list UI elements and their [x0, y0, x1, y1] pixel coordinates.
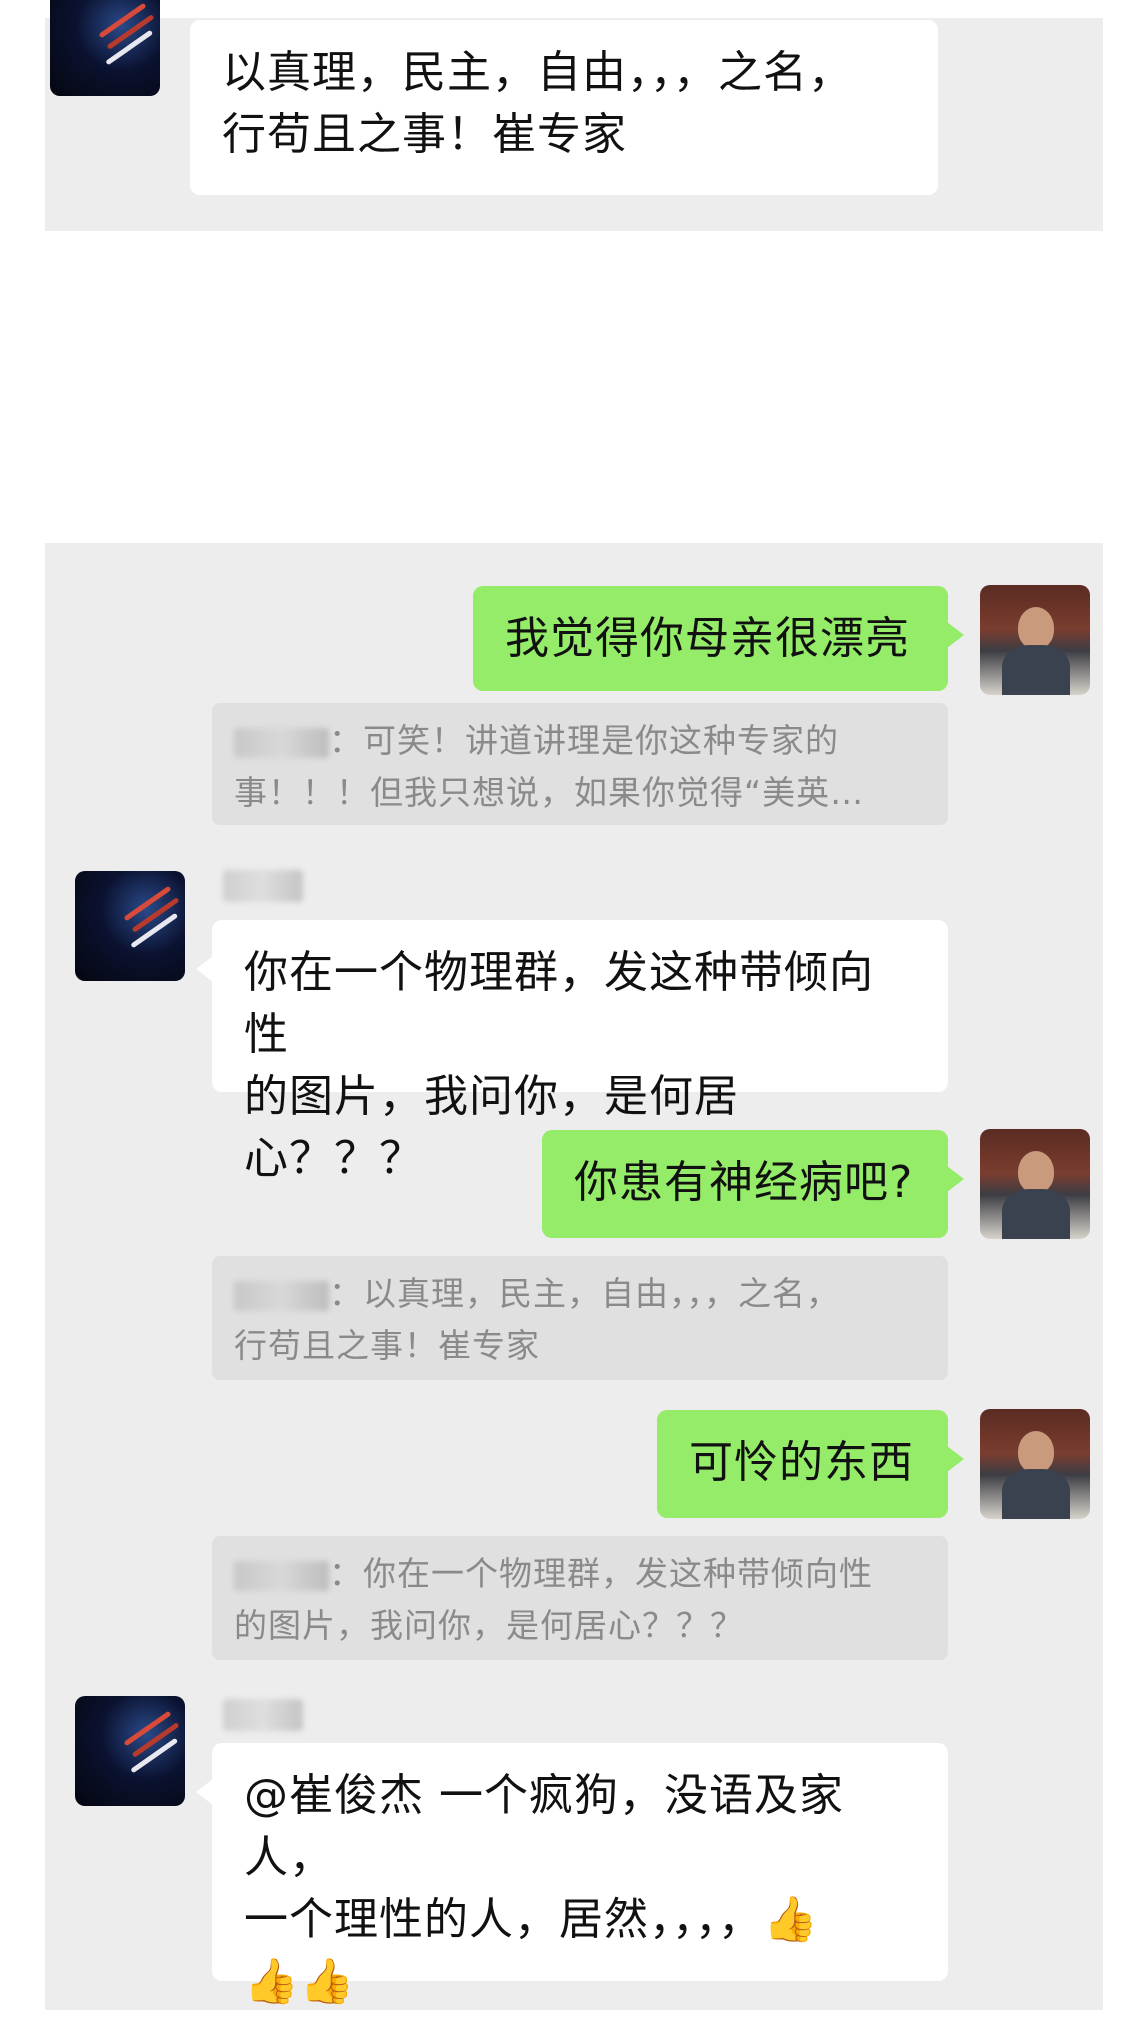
quoted-reply[interactable]: ：你在一个物理群，发这种带倾向性 的图片，我问你，是何居心？？？ — [212, 1536, 948, 1660]
self-avatar[interactable] — [980, 1409, 1090, 1519]
message-text: 可怜的东西 — [689, 1437, 914, 1488]
quoted-sender-name — [234, 1560, 329, 1591]
message-text: 以真理，民主，自由，，，之名， — [222, 47, 853, 98]
message-text: @崔俊杰 一个疯狗，没语及家人， — [244, 1770, 844, 1883]
message-bubble-outgoing[interactable]: 可怜的东西 — [657, 1410, 964, 1518]
self-avatar[interactable] — [980, 1129, 1090, 1239]
message-bubble-incoming[interactable]: 你在一个物理群，发这种带倾向性 的图片，我问你，是何居心？？？ — [196, 920, 948, 1184]
quote-text: 行苟且之事！崔专家 — [234, 1326, 540, 1365]
sender-avatar[interactable] — [50, 0, 160, 96]
quote-text: ：你在一个物理群，发这种带倾向性 — [329, 1554, 873, 1593]
message-text: 你患有神经病吧? — [574, 1157, 914, 1208]
message-text: 你在一个物理群，发这种带倾向性 — [244, 947, 874, 1060]
quoted-reply[interactable]: ：可笑！讲道讲理是你这种专家的 事！！！但我只想说，如果你觉得“美英… — [212, 703, 948, 825]
message-text: 行苟且之事！崔专家 — [222, 109, 627, 160]
thumbs-up-icon: 👍 — [763, 1894, 819, 1945]
quoted-sender-name — [234, 1280, 329, 1311]
message-text: 一个理性的人，居然，，，， — [244, 1894, 763, 1945]
chat-panel-top: 以真理，民主，自由，，，之名， 行苟且之事！崔专家 — [45, 0, 1103, 231]
message-bubble-incoming[interactable]: 以真理，民主，自由，，，之名， 行苟且之事！崔专家 — [190, 20, 938, 195]
self-avatar[interactable] — [980, 585, 1090, 695]
thumbs-up-icon: 👍👍 — [244, 1956, 356, 2007]
message-text: 我觉得你母亲很漂亮 — [505, 613, 910, 664]
message-bubble-outgoing[interactable]: 你患有神经病吧? — [542, 1130, 964, 1238]
message-bubble-outgoing[interactable]: 我觉得你母亲很漂亮 — [473, 586, 964, 691]
quoted-reply[interactable]: ：以真理，民主，自由，，，之名， 行苟且之事！崔专家 — [212, 1256, 948, 1380]
sender-name — [223, 1699, 303, 1731]
quote-text: 的图片，我问你，是何居心？？？ — [234, 1606, 744, 1645]
sender-avatar[interactable] — [75, 1696, 185, 1806]
sender-avatar[interactable] — [75, 871, 185, 981]
quote-text: ：可笑！讲道讲理是你这种专家的 — [329, 721, 839, 760]
message-bubble-incoming[interactable]: @崔俊杰 一个疯狗，没语及家人， 一个理性的人，居然，，，，👍 👍👍 — [196, 1743, 948, 2004]
quoted-sender-name — [234, 727, 329, 758]
sender-name — [223, 870, 303, 902]
chat-panel-bottom: 我觉得你母亲很漂亮 ：可笑！讲道讲理是你这种专家的 事！！！但我只想说，如果你觉… — [45, 543, 1103, 2010]
quote-text: 事！！！但我只想说，如果你觉得“美英… — [234, 773, 865, 812]
quote-text: ：以真理，民主，自由，，，之名， — [329, 1274, 840, 1313]
